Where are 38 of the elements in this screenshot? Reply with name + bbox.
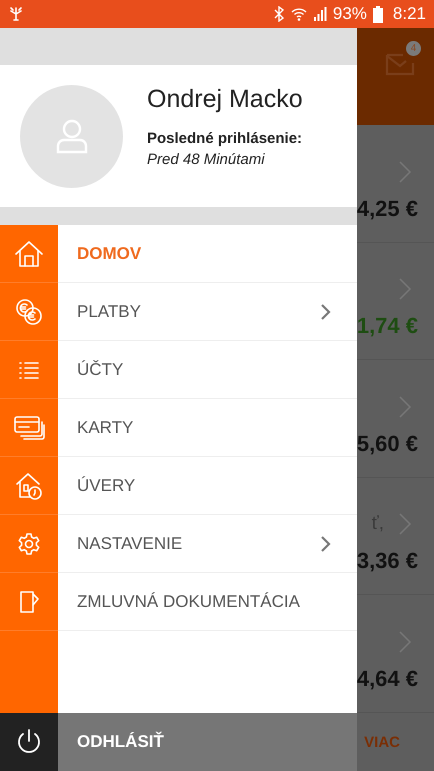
- battery-icon: [372, 6, 383, 22]
- clock-time: 8:21: [392, 4, 426, 24]
- last-login-time: Pred 48 Minútami: [147, 150, 266, 168]
- chevron-right-icon: [398, 277, 412, 302]
- bluetooth-icon: [272, 6, 285, 22]
- wifi-icon: [290, 6, 307, 22]
- last-login-label: Posledné prihlásenie:: [147, 130, 303, 146]
- notification-badge: 4: [406, 41, 421, 56]
- amount: 4,64 €: [356, 666, 418, 692]
- battery-percentage: 93%: [332, 4, 367, 24]
- home-icon: [14, 238, 44, 268]
- logout-button[interactable]: ODHLÁSIŤ: [58, 713, 357, 771]
- chevron-right-icon: [398, 512, 412, 536]
- signal-icon: [312, 6, 327, 22]
- cards-icon: [13, 414, 45, 442]
- euro-coins-icon: [14, 296, 44, 326]
- chevron-right-icon: [320, 302, 332, 322]
- amount: 3,36 €: [356, 548, 418, 574]
- menu-item[interactable]: ÚVERY: [58, 457, 357, 515]
- amount: 5,60 €: [356, 430, 418, 457]
- menu-item[interactable]: ZMLUVNÁ DOKUMENTÁCIA: [58, 573, 357, 631]
- user-name: Ondrej Macko: [147, 84, 303, 114]
- chevron-right-icon: [398, 394, 412, 419]
- menu-item[interactable]: PLATBY: [58, 283, 357, 341]
- notification-icon: [8, 6, 24, 22]
- menu-item[interactable]: ÚČTY: [58, 341, 357, 399]
- user-icon: [54, 118, 88, 154]
- house-clock-icon: [15, 470, 43, 500]
- menu-item[interactable]: NASTAVENIE: [58, 515, 357, 573]
- power-icon: [16, 728, 42, 756]
- amount: 4,25 €: [356, 196, 418, 222]
- chevron-right-icon: [320, 534, 332, 554]
- settings-icon: [17, 532, 41, 556]
- menu-item[interactable]: KARTY: [58, 399, 357, 457]
- chevron-right-icon: [398, 630, 412, 654]
- chevron-right-icon: [398, 160, 412, 184]
- amount: 1,74 €: [356, 313, 418, 340]
- document-icon: [17, 588, 41, 614]
